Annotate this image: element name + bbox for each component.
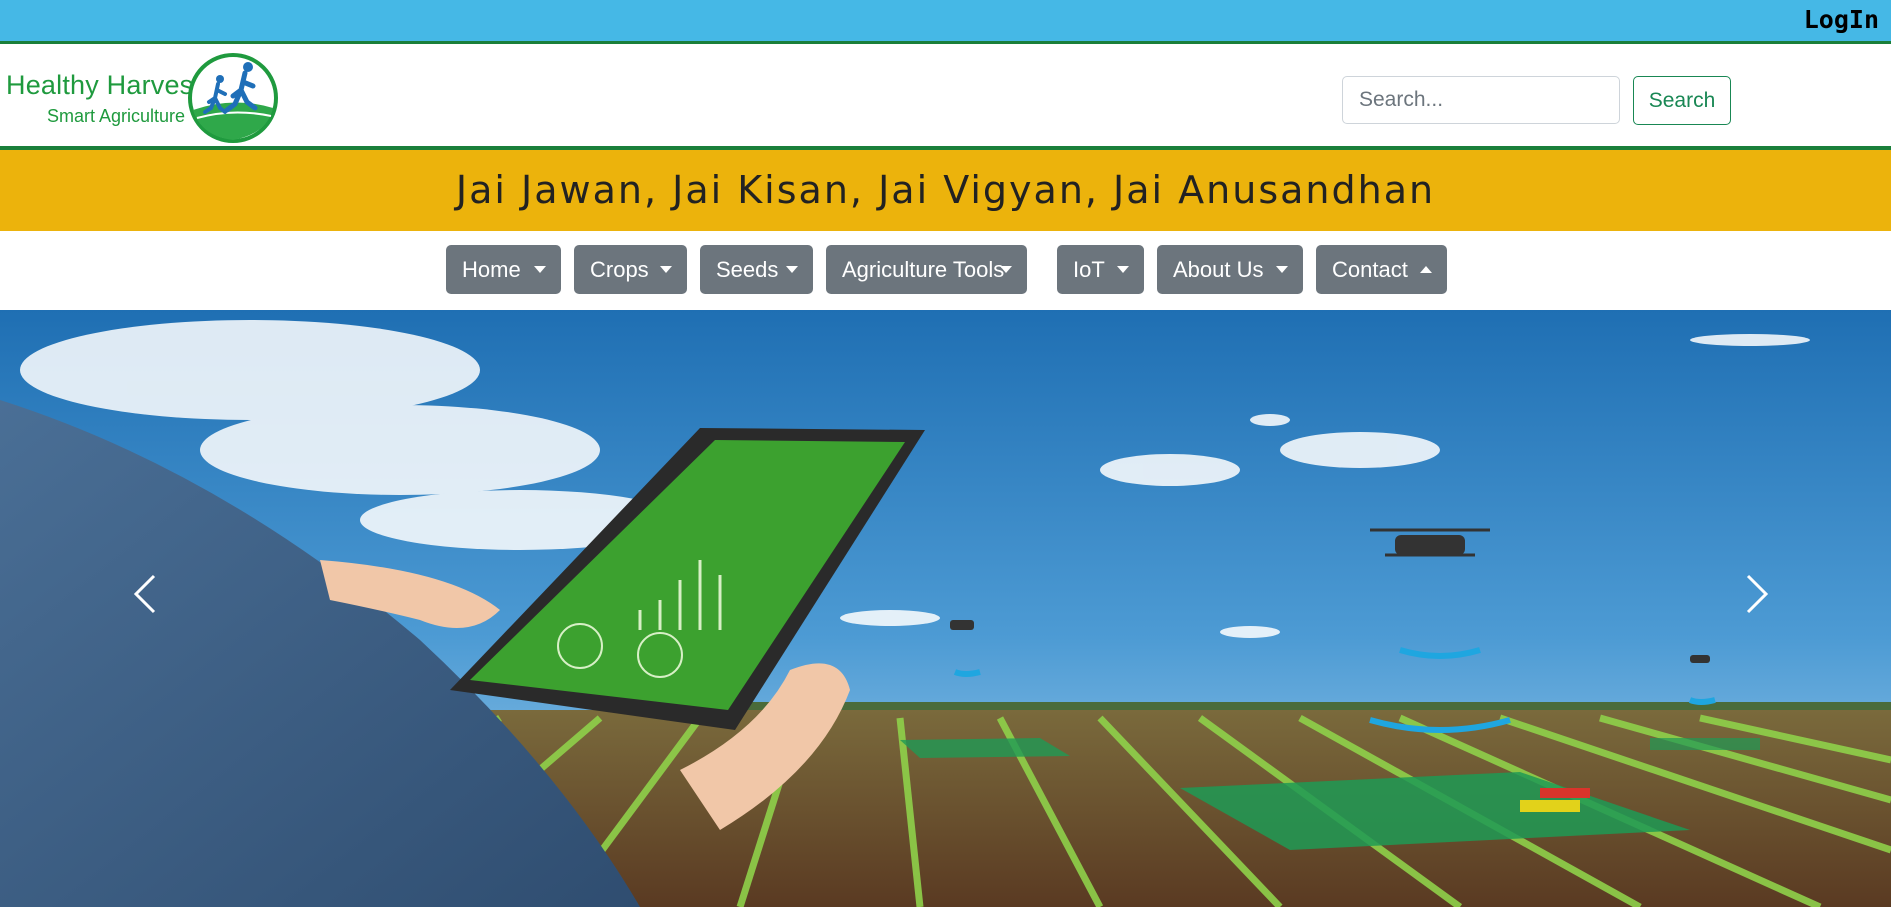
nav-seeds-dropdown[interactable]: Seeds bbox=[700, 245, 813, 294]
nav-crops-dropdown[interactable]: Crops bbox=[574, 245, 687, 294]
caret-down-icon bbox=[534, 266, 546, 273]
nav-crops-label: Crops bbox=[590, 256, 649, 282]
login-link[interactable]: LogIn bbox=[1804, 5, 1879, 34]
search-input[interactable] bbox=[1342, 76, 1620, 124]
nav-iot-dropdown[interactable]: IoT bbox=[1057, 245, 1144, 294]
nav-agriculture-tools-label: Agriculture Tools bbox=[842, 256, 1005, 282]
brand-tagline: Smart Agriculture bbox=[47, 106, 186, 126]
caret-down-icon bbox=[1117, 266, 1129, 273]
nav-about-us-dropdown[interactable]: About Us bbox=[1157, 245, 1303, 294]
motto-text: Jai Jawan, Jai Kisan, Jai Vigyan, Jai An… bbox=[455, 168, 1436, 212]
caret-down-icon bbox=[660, 266, 672, 273]
nav-contact-label: Contact bbox=[1332, 256, 1408, 282]
motto-banner: Jai Jawan, Jai Kisan, Jai Vigyan, Jai An… bbox=[0, 150, 1891, 231]
carousel-prev-button[interactable] bbox=[70, 310, 210, 907]
runners-emblem-icon bbox=[188, 53, 278, 143]
site-header: Healthy Harvest Smart Agriculture Search bbox=[0, 44, 1891, 150]
nav-iot-label: IoT bbox=[1073, 256, 1105, 282]
main-nav: Home Crops Seeds Agriculture Tools IoT A… bbox=[0, 231, 1891, 310]
site-logo[interactable]: Healthy Harvest Smart Agriculture bbox=[6, 52, 278, 144]
hero-slide-image bbox=[0, 310, 1891, 907]
search-button[interactable]: Search bbox=[1633, 76, 1731, 125]
nav-contact-dropdown[interactable]: Contact bbox=[1316, 245, 1447, 294]
chevron-right-icon bbox=[1746, 574, 1769, 614]
nav-home-label: Home bbox=[462, 256, 521, 282]
nav-home-dropdown[interactable]: Home bbox=[446, 245, 561, 294]
carousel-next-button[interactable] bbox=[1690, 310, 1830, 907]
nav-agriculture-tools-dropdown[interactable]: Agriculture Tools bbox=[826, 245, 1027, 294]
top-bar: LogIn bbox=[0, 0, 1891, 44]
hero-carousel bbox=[0, 310, 1891, 907]
nav-about-us-label: About Us bbox=[1173, 256, 1264, 282]
caret-down-icon bbox=[1000, 266, 1012, 273]
nav-seeds-label: Seeds bbox=[716, 256, 779, 282]
brand-name: Healthy Harvest bbox=[6, 70, 202, 100]
chevron-left-icon bbox=[133, 574, 156, 614]
caret-down-icon bbox=[1276, 266, 1288, 273]
caret-down-icon bbox=[786, 266, 798, 273]
caret-up-icon bbox=[1420, 266, 1432, 273]
